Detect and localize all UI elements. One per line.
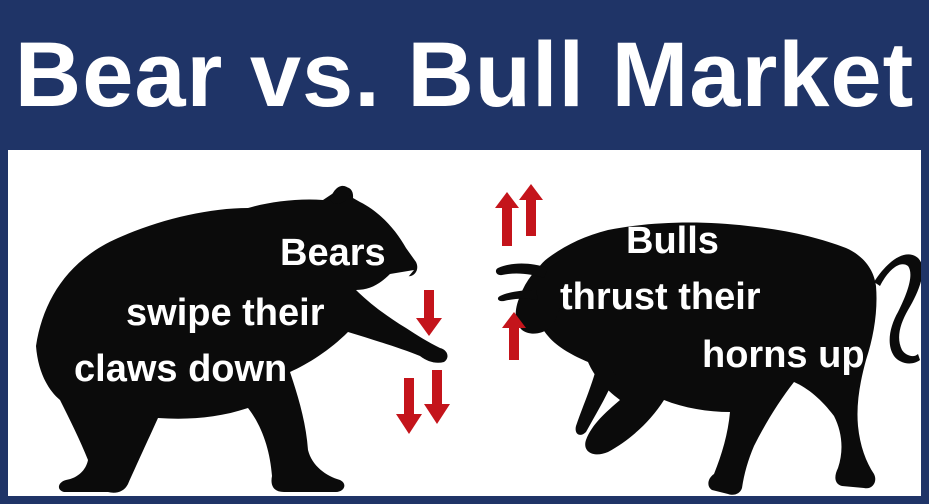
title-banner: Bear vs. Bull Market: [0, 0, 929, 150]
page-title: Bear vs. Bull Market: [14, 23, 915, 126]
bear-label-line3: claws down: [74, 348, 288, 390]
bear-label-line1: Bears: [280, 232, 386, 274]
bear-silhouette-icon: [36, 185, 448, 493]
bull-label-line2: thrust their: [560, 276, 761, 318]
illustration-panel: Bears swipe their claws down Bulls thrus…: [8, 150, 921, 496]
bull-label-line1: Bulls: [626, 220, 719, 262]
bull-label-line3: horns up: [702, 334, 865, 376]
bear-label-line2: swipe their: [126, 292, 325, 334]
poster-frame: Bear vs. Bull Market Bears swipe their c…: [0, 0, 929, 504]
